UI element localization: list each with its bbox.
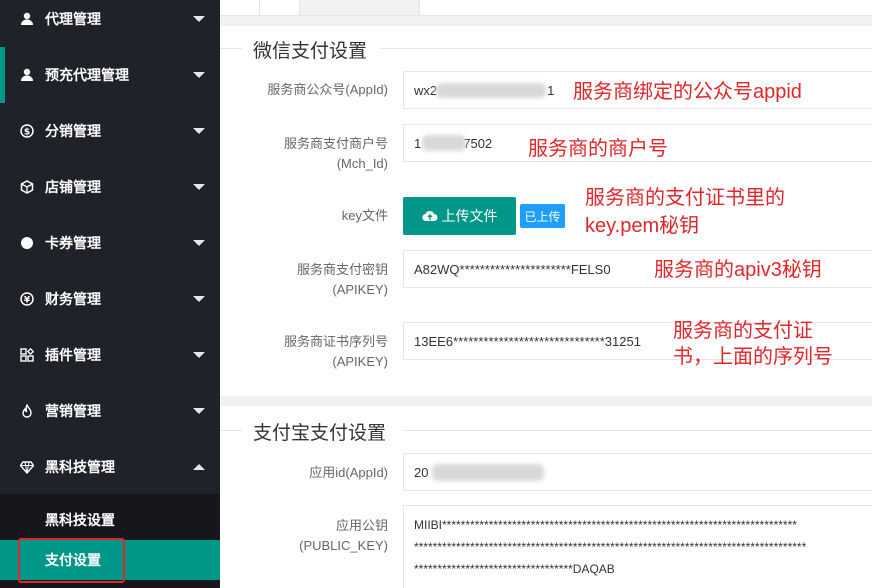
chevron-down-icon (193, 184, 205, 190)
section-divider (220, 430, 242, 431)
uploaded-badge: 已上传 (520, 204, 565, 228)
chevron-down-icon (193, 352, 205, 358)
annotation-serial-2: 书，上面的序列号 (673, 346, 833, 368)
annotation-appid: 服务商绑定的公众号appid (573, 81, 802, 103)
tab-bar (220, 0, 872, 16)
apikey-label-2: (APIKEY) (332, 282, 388, 297)
mchid-label-1: 服务商支付商户号 (283, 136, 388, 151)
chevron-down-icon (193, 16, 205, 22)
yen-icon: ¥ (20, 292, 34, 306)
mchid-value-suffix: 7502 (463, 135, 493, 151)
key-file-label: key文件 (341, 208, 388, 223)
chevron-down-icon (193, 128, 205, 134)
chevron-down-icon (193, 240, 205, 246)
user-icon (20, 68, 34, 82)
public-key-textarea[interactable]: MIIBI***********************************… (403, 505, 872, 588)
svg-text:¥: ¥ (24, 296, 31, 306)
chevron-down-icon (193, 408, 205, 414)
appid-value-prefix: wx2 (414, 82, 438, 98)
alipay-appid-value-prefix: 20 (414, 464, 429, 480)
chevron-down-icon (193, 72, 205, 78)
sidebar-item-label: 财务管理 (45, 291, 101, 307)
serial-label-2: (APIKEY) (332, 354, 388, 369)
upload-file-button[interactable]: 上传文件 (403, 197, 516, 235)
cloud-upload-icon (421, 210, 437, 222)
fire-icon (20, 404, 34, 418)
sidebar-item-coupon[interactable]: 卡券管理 (0, 215, 220, 271)
sidebar-item-prepaid-agent[interactable]: 预充代理管理 (0, 47, 220, 103)
dollar-icon: $ (20, 124, 34, 138)
cube-icon (20, 180, 34, 194)
appid-label: 服务商公众号(AppId) (267, 82, 388, 97)
tab-current[interactable] (300, 0, 420, 15)
sidebar-item-label: 店铺管理 (45, 179, 101, 195)
sidebar-item-distribution[interactable]: $ 分销管理 (0, 103, 220, 159)
sidebar: 代理管理 预充代理管理 $ 分销管理 店铺管理 卡券管理 ¥ 财务管理 插件管理… (0, 0, 220, 588)
circle-icon (20, 236, 34, 250)
svg-text:$: $ (24, 128, 30, 138)
user-icon (20, 12, 34, 26)
mchid-label-2: (Mch_Id) (336, 156, 388, 171)
apps-icon (20, 348, 34, 362)
annotation-key-2: key.pem秘钥 (585, 215, 700, 237)
chevron-up-icon (193, 464, 205, 470)
annotation-key-1: 服务商的支付证书里的 (585, 187, 785, 209)
sidebar-item-blacktech[interactable]: 黑科技管理 (0, 439, 220, 495)
serial-label-1: 服务商证书序列号 (283, 334, 388, 349)
annotation-mchid: 服务商的商户号 (528, 138, 668, 160)
alipay-appid-label: 应用id(AppId) (309, 465, 388, 480)
pubkey-label-2: (PUBLIC_KEY) (299, 538, 388, 553)
section-divider (403, 430, 872, 431)
section-divider (380, 48, 872, 49)
sidebar-item-label: 代理管理 (45, 11, 101, 27)
sidebar-item-plugin[interactable]: 插件管理 (0, 327, 220, 383)
apikey-label-1: 服务商支付密钥 (296, 262, 388, 277)
main-content: 微信支付设置 服务商公众号(AppId) wx2 1 服务商支付商户号 (Mch… (220, 0, 872, 588)
sidebar-item-label: 卡券管理 (45, 235, 101, 251)
redaction-blur (422, 135, 466, 151)
sidebar-item-agent[interactable]: 代理管理 (0, 0, 220, 47)
section-divider (220, 48, 242, 49)
tab-home[interactable] (260, 0, 300, 15)
sidebar-item-label: 营销管理 (45, 403, 101, 419)
section-title-alipay: 支付宝支付设置 (253, 423, 387, 444)
upload-button-label: 上传文件 (441, 208, 498, 224)
chevron-down-icon (193, 296, 205, 302)
diamond-icon (20, 460, 34, 474)
appid-value-suffix: 1 (547, 82, 555, 98)
submenu-item-label: 黑科技设置 (45, 512, 115, 528)
sidebar-item-store[interactable]: 店铺管理 (0, 159, 220, 215)
sidebar-item-marketing[interactable]: 营销管理 (0, 383, 220, 439)
sidebar-item-label: 分销管理 (45, 123, 101, 139)
section-title-wechat: 微信支付设置 (253, 41, 368, 62)
submenu-item-blacktech-settings[interactable]: 黑科技设置 (0, 500, 220, 540)
sidebar-item-label: 预充代理管理 (45, 67, 129, 83)
alipay-appid-input[interactable]: 20 (403, 453, 872, 491)
sidebar-item-label: 黑科技管理 (45, 459, 115, 475)
sidebar-item-label: 插件管理 (45, 347, 101, 363)
highlight-box (18, 538, 125, 583)
annotation-apiv3: 服务商的apiv3秘钥 (654, 259, 822, 281)
pubkey-label-1: 应用公钥 (335, 518, 388, 533)
redaction-blur (436, 83, 546, 98)
mchid-value-prefix: 1 (414, 135, 422, 151)
tab-prev[interactable] (220, 0, 260, 15)
redaction-blur (432, 464, 544, 481)
sidebar-item-finance[interactable]: ¥ 财务管理 (0, 271, 220, 327)
annotation-serial-1: 服务商的支付证 (673, 320, 813, 342)
